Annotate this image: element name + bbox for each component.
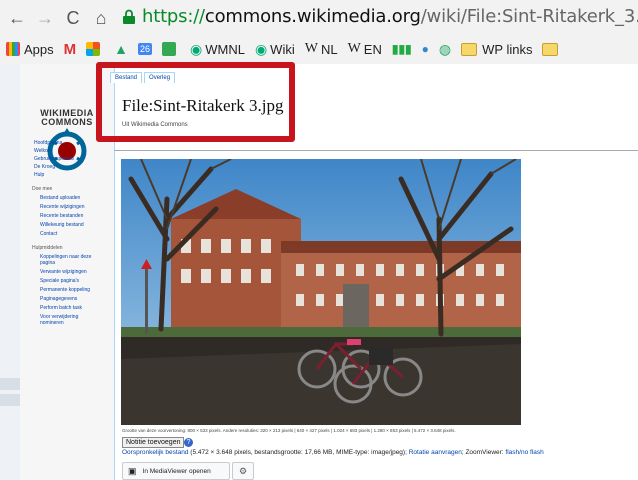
bookmark-en-label: EN [363,41,382,57]
bookmark-folder-more[interactable] [542,42,563,56]
bookmark-nl[interactable]: W NL [305,41,338,57]
help-icon[interactable]: ? [184,438,193,447]
wikimedia-icon: ◉ [190,40,203,57]
highlight-box [96,62,295,142]
url-path: /wiki/File:Sint-Ritakerk_3.jpg [420,6,638,27]
sidebar-item-permanent-link[interactable]: Permanente koppeling [40,287,90,293]
folder-icon [461,42,478,56]
bookmarks-bar: Apps M ▲ 26 ◉ WMNL ◉ Wiki W NL W EN ▮▮▮ … [0,36,638,62]
bookmark-apps[interactable]: Apps [6,42,54,57]
sidebar-item-what-links-here-2[interactable]: pagina [40,260,55,266]
sidebar-item-page-info[interactable]: Paginagegevens [40,296,77,302]
bars-icon: ▮▮▮ [391,42,412,56]
bookmark-wplinks-label: WP links [482,41,533,57]
wikimedia-icon: ◉ [254,40,268,57]
sidebar-item-recent-files[interactable]: Recente bestanden [40,213,83,219]
gmail-icon: M [63,40,77,58]
sidebar-item-portal[interactable]: Gebruikersportaal [34,156,74,162]
sidebar-item-batch-task[interactable]: Perform batch task [40,305,82,311]
original-file-details: (5.472 × 3.648 pixels, bestandsgrootte: … [188,449,409,456]
sidebar-heading-tools: Hulpmiddelen [32,245,63,251]
address-bar[interactable]: https://commons.wikimedia.org/wiki/File:… [142,6,638,27]
bookmark-office[interactable] [86,42,104,56]
maps-icon [162,42,177,56]
bookmark-gmail[interactable]: M [64,41,77,58]
preview-size-caption: Grootte van deze voorvertoning: 800 × 53… [122,428,456,433]
drop-icon: ● [421,42,429,56]
sidebar-item-random-file[interactable]: Willekeurig bestand [40,222,84,228]
bookmark-bars[interactable]: ▮▮▮ [392,42,412,56]
back-arrow-icon[interactable]: ← [6,7,28,29]
add-note-button[interactable]: Notitie toevoegen [122,437,185,448]
sidebar-item-help[interactable]: Hulp [34,172,44,178]
zoomviewer-label: ; ZoomViewer: [461,449,506,456]
bookmark-globe[interactable]: ◍ [439,41,451,58]
sidebar-item-contact[interactable]: Contact [40,231,57,237]
background-window-edge [0,64,21,480]
sidebar-item-recent-changes[interactable]: Recente wijzigingen [40,204,84,210]
bookmark-wiki[interactable]: ◉ Wiki [255,41,295,58]
sidebar-item-kroeg[interactable]: De Kroeg [34,164,55,170]
zoomviewer-link[interactable]: flash/no flash [505,449,543,456]
bookmark-apps-label: Apps [24,41,54,57]
apps-grid-icon [6,42,20,56]
bookmark-drop[interactable]: ● [422,42,429,56]
bookmark-wmnl[interactable]: ◉ WMNL [190,41,245,58]
bookmark-drive[interactable]: ▲ [114,41,128,57]
window-edge-bar [0,394,20,406]
wikipedia-w-icon: W [304,41,318,56]
bookmark-wiki-label: Wiki [270,41,295,57]
bookmark-wplinks[interactable]: WP links [461,42,532,57]
calendar-icon: 26 [138,43,153,55]
sidebar-item-related-changes[interactable]: Verwante wijzigingen [40,269,87,275]
url-host: commons.wikimedia.org [204,6,421,27]
folder-icon [542,42,559,56]
bookmark-calendar[interactable]: 26 [138,43,153,55]
office-icon [86,42,101,56]
mediaviewer-icon: ▣ [128,465,137,476]
reload-icon[interactable]: C [62,7,84,29]
bookmark-wmnl-label: WMNL [205,41,245,57]
rotate-request-link[interactable]: Rotatie aanvragen [409,449,462,456]
open-mediaviewer-button[interactable]: ▣ In MediaViewer openen [122,462,230,480]
sidebar-item-main-page[interactable]: Hoofdpagina [34,140,62,146]
forward-arrow-icon[interactable]: → [34,7,56,29]
sidebar-item-upload[interactable]: Bestand uploaden [40,195,80,201]
url-scheme: https:// [142,6,205,27]
window-edge-bar [0,378,20,390]
globe-icon: ◍ [438,40,452,57]
home-icon[interactable]: ⌂ [90,7,112,29]
lock-icon [123,9,135,24]
wikipedia-w-icon: W [347,41,361,56]
bookmark-nl-label: NL [320,41,338,57]
mediaviewer-label: In MediaViewer openen [142,467,211,475]
mediaviewer-settings-gear-icon[interactable]: ⚙ [232,462,254,480]
browser-chrome: ← → C ⌂ https://commons.wikimedia.org/wi… [0,0,638,65]
file-preview-image[interactable] [121,159,521,425]
sidebar-item-welcome[interactable]: Welkom [34,148,52,154]
bookmark-en[interactable]: W EN [348,41,382,57]
bookmark-maps[interactable] [162,42,180,56]
title-divider [114,150,638,151]
sidebar-item-special-pages[interactable]: Speciale pagina's [40,278,79,284]
sidebar-item-nominate-deletion-2[interactable]: nomineren [40,320,64,326]
sidebar-heading-participate: Doe mee [32,186,53,192]
drive-icon: ▲ [114,41,128,57]
original-file-link[interactable]: Oorspronkelijk bestand [122,449,188,456]
original-file-info: Oorspronkelijk bestand (5.472 × 3.648 pi… [122,449,544,456]
